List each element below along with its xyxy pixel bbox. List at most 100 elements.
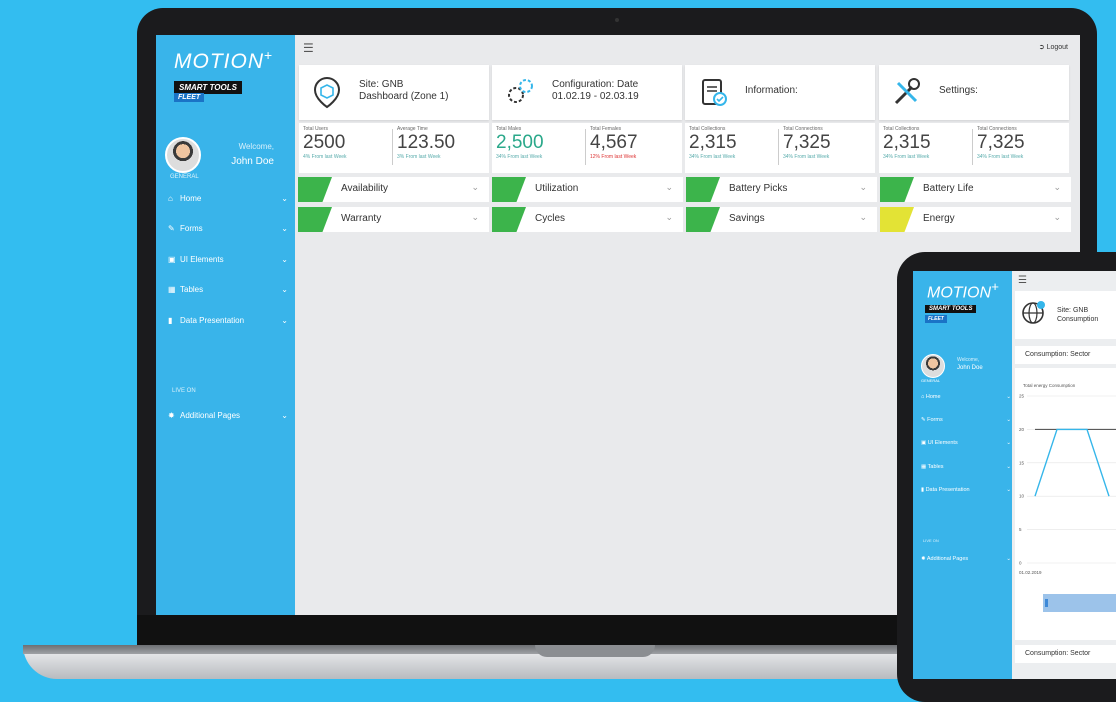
table-icon: ▦ [168,284,176,294]
clipboard-check-icon [702,79,727,106]
tablet-sidebar-item-forms[interactable]: ✎ Forms ⌄ [921,417,1011,423]
tablet-user-name: John Doe [957,365,983,371]
accordion-cycles[interactable]: Cycles ⌄ [492,207,683,232]
tablet-site-card[interactable]: Site: GNB Consumption [1015,291,1116,339]
desktop-icon: ▣ [921,440,927,446]
topbar: ☰ ➲ Logout [295,35,1080,63]
stat-change: 34% From last Week [883,154,930,160]
status-wedge [492,177,526,202]
energy-chart-svg: Total energy Consumption 0 5 10 15 20 25 01.0… [1019,383,1116,612]
stat-value: 7,325 [783,132,831,153]
chevron-down-icon: ⌄ [1006,417,1011,423]
tools-icon [894,78,920,105]
tablet-section-consumption[interactable]: Consumption: Sector [1015,346,1116,364]
dashboard-zone-label: Dashboard (Zone 1) [359,91,449,102]
accordion-availability[interactable]: Availability ⌄ [298,177,489,202]
chevron-down-icon: ⌄ [471,182,479,192]
sidebar-item-ui-elements[interactable]: ▣ UI Elements ⌄ [168,251,288,267]
sidebar-item-forms[interactable]: ✎ Forms ⌄ [168,220,288,236]
laptop-notch [535,645,655,657]
tablet-main: ☰ Site: GNB Consumption Consumption: Sect… [1012,271,1116,679]
logout-label: Logout [1046,44,1068,51]
chevron-down-icon: ⌄ [1006,487,1011,493]
chevron-down-icon: ⌄ [665,212,673,222]
configuration-card[interactable]: Configuration: Date 01.02.19 - 02.03.19 [492,65,682,120]
stat-value: 2500 [303,132,346,153]
logout-button[interactable]: ➲ Logout [1039,43,1068,51]
sidebar-item-additional-pages[interactable]: ✸ Additional Pages ⌄ [168,407,288,423]
sidebar-item-data-presentation[interactable]: ▮ Data Presentation ⌄ [168,312,288,328]
accordion-battery-life[interactable]: Battery Life ⌄ [880,177,1071,202]
hamburger-icon[interactable]: ☰ [303,41,314,55]
slider-handle[interactable] [1045,599,1048,607]
table-icon: ▦ [921,464,927,470]
stat-total-connections: Total Connections 7,325 34% From last Week [977,126,1067,160]
sidebar-item-home[interactable]: ⌂ Home ⌄ [168,190,288,206]
sidebar-item-label: Additional Pages [926,556,969,562]
stat-change: 34% From last Week [496,154,543,160]
chevron-down-icon: ⌄ [859,212,867,222]
tablet-sidebar-item-home[interactable]: ⌂ Home ⌄ [921,394,1011,400]
configuration-card-text: Configuration: Date 01.02.19 - 02.03.19 [552,79,639,103]
chart-range-slider[interactable] [1043,594,1116,612]
chevron-down-icon: ⌄ [1006,556,1011,562]
app-logo[interactable]: MOTION+ [174,47,273,74]
tablet-sidebar: MOTION+ SMART TOOLS FLEET Welcome, John … [913,271,1012,679]
edit-icon: ✎ [168,223,175,233]
sidebar-item-tables[interactable]: ▦ Tables ⌄ [168,281,288,297]
site-label: Site: GNB [359,79,404,90]
accordion-label: Availability [341,183,389,194]
status-wedge [686,177,720,202]
accordion-warranty[interactable]: Warranty ⌄ [298,207,489,232]
status-wedge [298,177,332,202]
stat-average-time: Average Time 123.50 3% From last Week [397,126,487,160]
information-label: Information: [745,85,798,96]
tablet-sidebar-item-tables[interactable]: ▦ Tables ⌄ [921,464,1011,470]
hamburger-icon[interactable]: ☰ [1018,275,1027,286]
stat-value: 4,567 [590,132,638,153]
tablet-sidebar-item-ui-elements[interactable]: ▣ UI Elements ⌄ [921,440,1011,446]
chevron-down-icon: ⌄ [1053,182,1061,192]
accordion-label: Savings [729,213,765,224]
accordion-utilization[interactable]: Utilization ⌄ [492,177,683,202]
tablet-consumption-label: Consumption [1057,316,1099,323]
stat-total-males: Total Males 2,500 34% From last Week [496,126,586,160]
chevron-down-icon: ⌄ [281,410,288,420]
tablet-section-consumption-2[interactable]: Consumption: Sector [1015,645,1116,663]
tablet-welcome: Welcome, [957,357,980,363]
tablet-live-on: LIVE ON [923,538,939,543]
accordion-savings[interactable]: Savings ⌄ [686,207,877,232]
accordion-battery-picks[interactable]: Battery Picks ⌄ [686,177,877,202]
home-icon: ⌂ [168,193,173,203]
bug-icon: ✸ [168,410,175,420]
accordion-label: Energy [923,213,955,224]
accordion-label: Cycles [535,213,566,224]
tablet-sidebar-item-additional-pages[interactable]: ✸ Additional Pages ⌄ [921,556,1011,562]
stats-group-gender: Total Males 2,500 34% From last Week Total… [492,123,682,173]
chart-title: Total energy Consumption [1023,383,1076,388]
stat-change: 34% From last Week [689,154,736,160]
tablet-tag-fleet: FLEET [925,315,947,323]
site-card[interactable]: Site: GNB Dashboard (Zone 1) [299,65,489,120]
tablet-logo[interactable]: MOTION+ [927,279,999,302]
chevron-down-icon: ⌄ [281,315,288,325]
tablet-sidebar-item-data-presentation[interactable]: ▮ Data Presentation ⌄ [921,487,1011,493]
tablet-site-card-text: Site: GNB Consumption [1057,306,1098,324]
avatar[interactable] [165,137,201,173]
tablet-user-role: GENERAL [921,378,941,383]
status-wedge [686,207,720,232]
information-card[interactable]: Information: [685,65,875,120]
chevron-down-icon: ⌄ [281,193,288,203]
accordion-energy[interactable]: Energy ⌄ [880,207,1071,232]
tablet-avatar[interactable] [921,354,945,378]
chevron-down-icon: ⌄ [281,254,288,264]
stat-value: 123.50 [397,132,456,153]
accordion-label: Utilization [535,183,579,194]
location-cube-icon [313,76,341,109]
settings-card[interactable]: Settings: [879,65,1069,120]
home-icon: ⌂ [921,394,925,400]
date-range-label: 01.02.19 - 02.03.19 [552,91,639,102]
bar-chart-icon: ▮ [921,487,925,493]
tablet-site-label: Site: GNB [1057,307,1089,314]
site-card-text: Site: GNB Dashboard (Zone 1) [359,79,449,103]
